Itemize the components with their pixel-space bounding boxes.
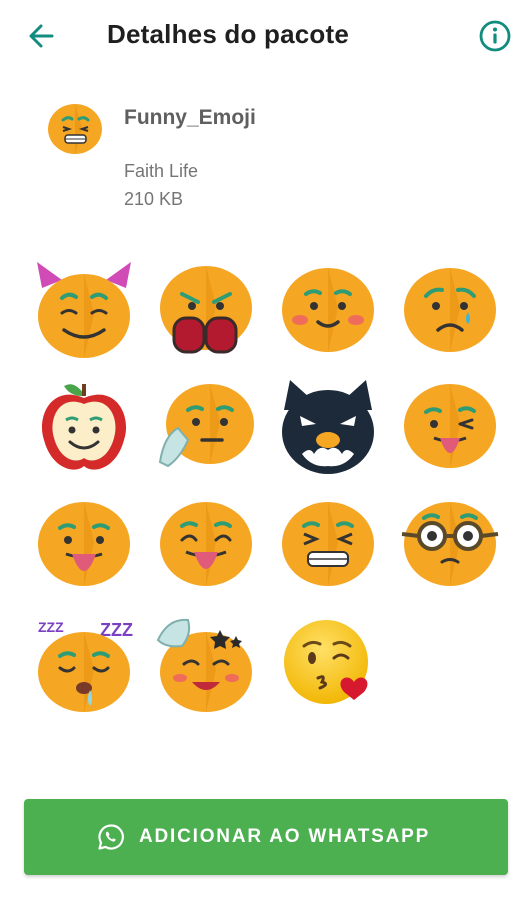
arrow-left-icon: [29, 24, 54, 48]
info-button[interactable]: [478, 19, 512, 53]
sticker-thinking-bandaged-hand[interactable]: [154, 376, 258, 480]
sticker-angry-boxing-gloves[interactable]: [154, 258, 258, 362]
app-bar: Detalhes do pacote: [0, 0, 531, 72]
info-circle-icon: [479, 20, 511, 52]
sticker-devil-horns-smirk[interactable]: [32, 258, 136, 362]
pack-name: Funny_Emoji: [124, 106, 256, 129]
sticker-nerd-glasses[interactable]: [398, 494, 502, 598]
sticker-winking-tongue-out[interactable]: [398, 376, 502, 480]
sticker-dizzy-bandaged-stars[interactable]: [154, 612, 258, 716]
sticker-laughing-tongue-out[interactable]: [154, 494, 258, 598]
pack-size: 210 KB: [124, 189, 184, 209]
add-to-whatsapp-label: ADICIONAR AO WHATSAPP: [139, 826, 431, 847]
sticker-grimace[interactable]: [276, 494, 380, 598]
whatsapp-icon: [98, 824, 124, 850]
back-button[interactable]: [22, 18, 62, 54]
add-to-whatsapp-button[interactable]: ADICIONAR AO WHATSAPP: [24, 799, 508, 875]
sticker-blushing-smile[interactable]: [276, 258, 380, 362]
pack-header: Funny_Emoji Faith Life 210 KB: [0, 86, 531, 226]
sticker-sad-tear[interactable]: [398, 258, 502, 362]
sticker-sleeping-zzz[interactable]: ZZZ ZZZ: [32, 612, 136, 716]
sticker-tongue-out[interactable]: [32, 494, 136, 598]
sticker-kissing-heart-emoji[interactable]: [276, 612, 380, 716]
pack-tray-icon: [48, 104, 102, 154]
pack-author: Faith Life: [124, 161, 199, 181]
sticker-batman-mask[interactable]: [276, 376, 380, 480]
page-title: Detalhes do pacote: [107, 19, 349, 49]
sticker-apple-face[interactable]: [32, 376, 136, 480]
sticker-zzz-left: ZZZ: [38, 619, 64, 635]
